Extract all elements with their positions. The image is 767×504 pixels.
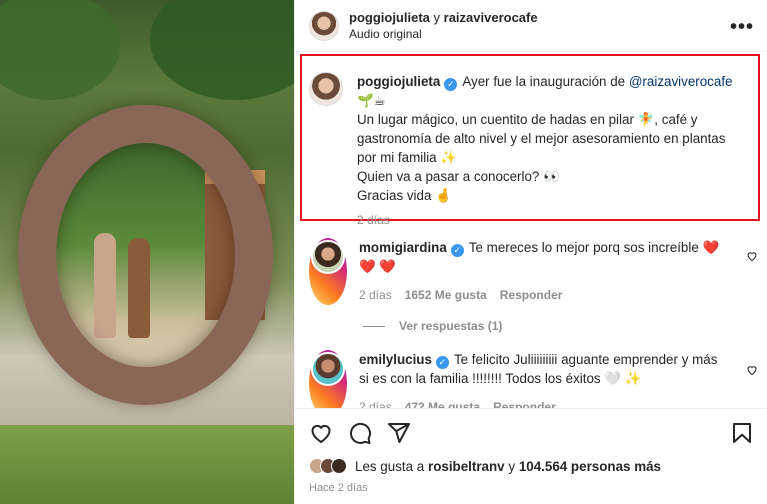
avatar xyxy=(311,240,345,274)
likes-count[interactable]: 104.564 personas más xyxy=(519,459,661,474)
avatar[interactable] xyxy=(309,72,343,106)
comment-username[interactable]: momigiardina xyxy=(359,240,447,255)
heart-icon[interactable] xyxy=(309,421,333,445)
verified-icon: ✓ xyxy=(450,244,464,257)
liker-avatars xyxy=(309,458,347,474)
mention-link[interactable]: @raizaviverocafe xyxy=(629,74,733,89)
header-text: poggiojulieta y raizaviverocafe Audio or… xyxy=(349,9,538,43)
header-usernames: poggiojulieta y raizaviverocafe xyxy=(349,9,538,25)
verified-icon: ✓ xyxy=(444,78,458,91)
caption-username[interactable]: poggiojulieta xyxy=(357,74,440,89)
post-timestamp[interactable]: Hace 2 días xyxy=(309,482,368,494)
comment-meta: 2 días 1652 Me gusta Responder xyxy=(359,286,724,305)
liker-username[interactable]: rosibeltranv xyxy=(428,459,505,474)
caption-time[interactable]: 2 días xyxy=(357,211,390,230)
caption-line: Gracias vida 🤞 xyxy=(357,188,452,203)
story-ring[interactable] xyxy=(309,238,347,305)
header-user1[interactable]: poggiojulieta xyxy=(349,10,430,25)
likes-text[interactable]: Les gusta a rosibeltranv y 104.564 perso… xyxy=(355,459,661,474)
comment-icon[interactable] xyxy=(348,421,372,445)
view-replies-button[interactable]: Ver respuestas (1) xyxy=(363,319,502,333)
action-bar xyxy=(295,408,767,456)
comment-meta: 2 días 472 Me gusta Responder xyxy=(359,398,724,408)
comment-body: emilylucius ✓ Te felicito Juliiiiiiiii agu… xyxy=(359,350,724,408)
likes-summary: Les gusta a rosibeltranv y 104.564 perso… xyxy=(309,458,661,474)
post-details-panel: poggiojulieta y raizaviverocafe Audio or… xyxy=(294,0,767,504)
share-icon[interactable] xyxy=(387,421,411,445)
save-bookmark-icon[interactable] xyxy=(730,421,754,445)
audio-label[interactable]: Audio original xyxy=(349,26,538,43)
reply-button[interactable]: Responder xyxy=(500,286,563,305)
like-heart-icon[interactable] xyxy=(746,250,758,262)
replies-divider xyxy=(363,325,385,327)
comment-likes[interactable]: 472 Me gusta xyxy=(405,398,480,408)
caption-body: poggiojulieta ✓ Ayer fue la inauguración d… xyxy=(357,72,737,230)
caption-line: Un lugar mágico, un cuentito de hadas en… xyxy=(357,112,726,165)
caption: poggiojulieta ✓ Ayer fue la inauguración d… xyxy=(309,72,737,230)
reply-button[interactable]: Responder xyxy=(493,398,556,408)
comment: emilylucius ✓ Te felicito Juliiiiiiiii agu… xyxy=(309,350,724,408)
like-heart-icon[interactable] xyxy=(746,364,758,376)
more-icon[interactable]: ••• xyxy=(730,16,754,39)
comments-list: poggiojulieta ✓ Ayer fue la inauguración d… xyxy=(295,52,767,408)
caption-meta: 2 días xyxy=(357,211,737,230)
comment-time[interactable]: 2 días xyxy=(359,398,392,408)
comment-username[interactable]: emilylucius xyxy=(359,352,432,367)
story-ring[interactable] xyxy=(309,350,347,408)
comment: momigiardina ✓ Te mereces lo mejor porq so… xyxy=(309,238,724,305)
verified-icon: ✓ xyxy=(435,356,449,369)
header-user2[interactable]: raizaviverocafe xyxy=(444,10,538,25)
comment-time[interactable]: 2 días xyxy=(359,286,392,305)
comment-likes[interactable]: 1652 Me gusta xyxy=(405,286,487,305)
caption-line: Quien va a pasar a conocerlo? 👀 xyxy=(357,169,560,184)
photo-grass xyxy=(0,425,294,504)
post-photo[interactable] xyxy=(0,0,294,504)
photo-stone-arch xyxy=(18,105,273,405)
comment-body: momigiardina ✓ Te mereces lo mejor porq so… xyxy=(359,238,724,305)
post-header: poggiojulieta y raizaviverocafe Audio or… xyxy=(295,0,767,52)
avatar xyxy=(311,352,345,386)
avatar[interactable] xyxy=(309,10,339,41)
avatar xyxy=(331,458,347,474)
